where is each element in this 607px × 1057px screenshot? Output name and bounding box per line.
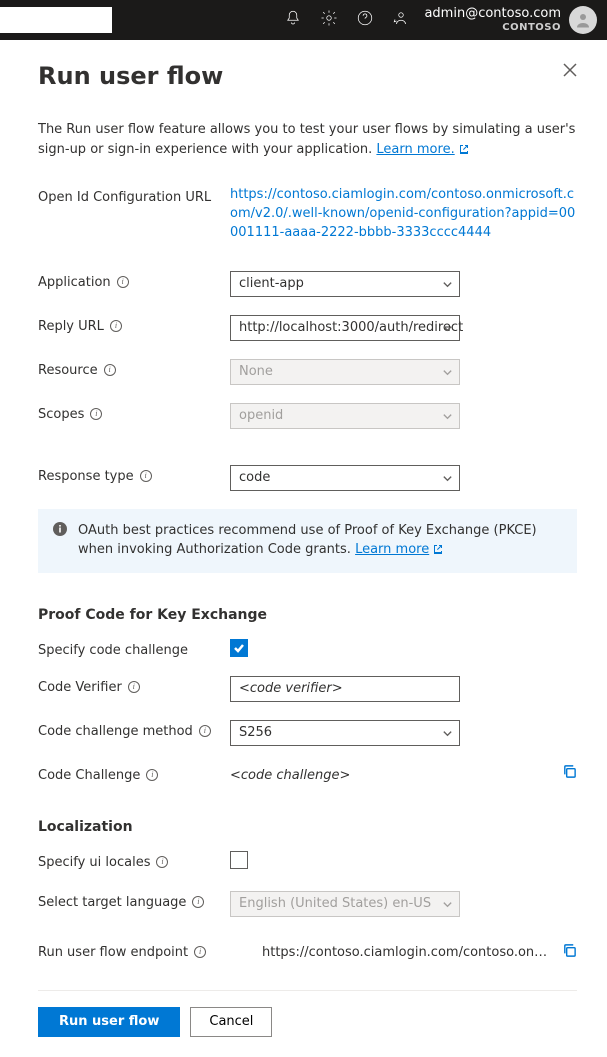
info-icon[interactable]: i <box>104 364 116 376</box>
close-icon[interactable] <box>563 62 577 81</box>
application-select[interactable]: client-app <box>230 271 460 297</box>
info-icon[interactable]: i <box>194 946 206 958</box>
specify-challenge-checkbox[interactable] <box>230 639 248 657</box>
openid-label: Open Id Configuration URL <box>38 186 230 205</box>
info-icon[interactable]: i <box>140 470 152 482</box>
pkce-learn-more-link[interactable]: Learn more <box>355 542 443 557</box>
avatar[interactable] <box>569 6 597 34</box>
panel-title: Run user flow <box>38 62 563 90</box>
chevron-down-icon <box>442 728 453 743</box>
account-block[interactable]: admin@contoso.com CONTOSO <box>424 7 561 32</box>
account-email: admin@contoso.com <box>424 7 561 21</box>
chevron-down-icon <box>442 411 453 426</box>
run-user-flow-panel: Run user flow The Run user flow feature … <box>0 40 607 1057</box>
pkce-section-title: Proof Code for Key Exchange <box>38 607 577 623</box>
challenge-method-label: Code challenge method <box>38 724 193 739</box>
openid-url-link[interactable]: https://contoso.ciamlogin.com/contoso.on… <box>230 186 577 243</box>
chevron-down-icon <box>442 279 453 294</box>
info-icon <box>52 521 68 561</box>
feedback-icon[interactable] <box>392 9 410 31</box>
application-label: Application <box>38 275 111 290</box>
info-icon[interactable]: i <box>90 408 102 420</box>
endpoint-label: Run user flow endpoint <box>38 945 188 960</box>
help-icon[interactable] <box>356 9 374 31</box>
learn-more-link[interactable]: Learn more. <box>376 142 468 157</box>
copy-icon[interactable] <box>562 943 577 962</box>
chevron-down-icon <box>442 473 453 488</box>
target-language-select: English (United States) en-US <box>230 891 460 917</box>
info-icon[interactable]: i <box>199 725 211 737</box>
reply-url-select[interactable]: http://localhost:3000/auth/redirect <box>230 315 460 341</box>
cancel-button[interactable]: Cancel <box>190 1007 272 1037</box>
specify-locales-checkbox[interactable] <box>230 851 248 869</box>
localization-section-title: Localization <box>38 819 577 835</box>
copy-icon[interactable] <box>562 764 577 783</box>
challenge-method-select[interactable]: S256 <box>230 720 460 746</box>
settings-icon[interactable] <box>320 9 338 31</box>
resource-select: None <box>230 359 460 385</box>
code-verifier-input[interactable] <box>230 676 460 702</box>
separator <box>38 990 577 991</box>
account-tenant: CONTOSO <box>502 22 561 33</box>
chevron-down-icon <box>442 367 453 382</box>
scopes-select: openid <box>230 403 460 429</box>
external-link-icon <box>459 141 469 161</box>
scopes-label: Scopes <box>38 407 84 422</box>
search-input[interactable] <box>0 7 112 33</box>
external-link-icon <box>433 541 443 561</box>
info-icon[interactable]: i <box>110 320 122 332</box>
specify-locales-label: Specify ui locales <box>38 855 150 870</box>
chevron-down-icon <box>442 899 453 914</box>
pkce-info-box: OAuth best practices recommend use of Pr… <box>38 509 577 573</box>
code-challenge-label: Code Challenge <box>38 768 140 783</box>
info-icon[interactable]: i <box>146 769 158 781</box>
run-user-flow-button[interactable]: Run user flow <box>38 1007 180 1037</box>
resource-label: Resource <box>38 363 98 378</box>
info-icon[interactable]: i <box>192 896 204 908</box>
code-verifier-label: Code Verifier <box>38 680 122 695</box>
specify-challenge-label: Specify code challenge <box>38 643 188 658</box>
notifications-icon[interactable] <box>284 9 302 31</box>
top-bar: admin@contoso.com CONTOSO <box>0 0 607 40</box>
endpoint-value: https://contoso.ciamlogin.com/contoso.on… <box>262 945 554 960</box>
target-language-label: Select target language <box>38 895 186 910</box>
response-type-select[interactable]: code <box>230 465 460 491</box>
info-icon[interactable]: i <box>117 276 129 288</box>
info-icon[interactable]: i <box>156 856 168 868</box>
chevron-down-icon <box>442 323 453 338</box>
top-icons <box>284 9 410 31</box>
info-icon[interactable]: i <box>128 681 140 693</box>
footer: Run user flow Cancel <box>38 1007 577 1037</box>
panel-description: The Run user flow feature allows you to … <box>38 120 577 160</box>
reply-url-label: Reply URL <box>38 319 104 334</box>
response-type-label: Response type <box>38 469 134 484</box>
code-challenge-value: <code challenge> <box>230 764 547 783</box>
